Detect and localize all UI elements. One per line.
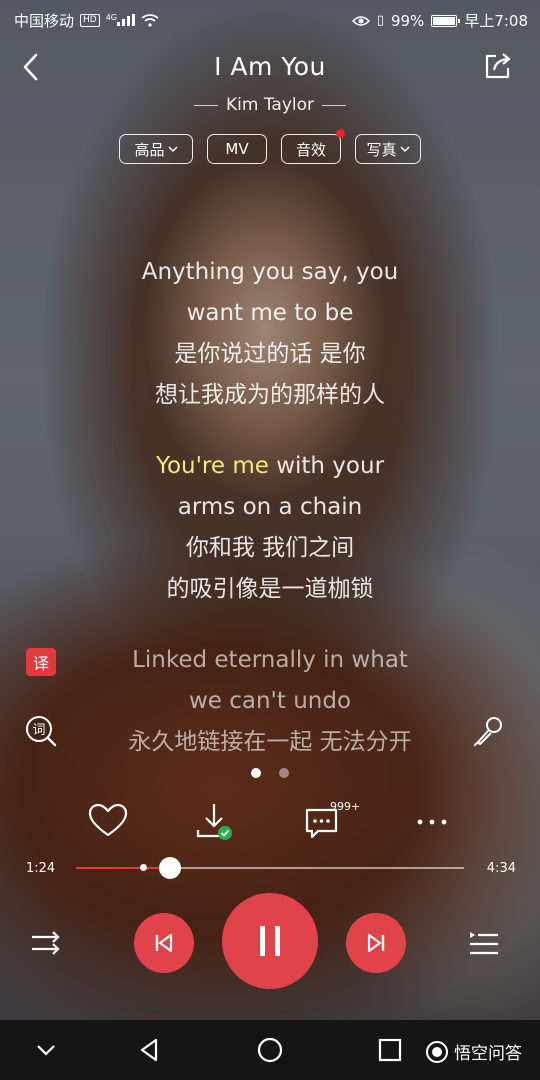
lyric-translation-current: 你和我 我们之间 <box>185 535 355 561</box>
options-row: 高品 MV 音效 写真 <box>0 129 540 164</box>
lyric-sung-part: You're me <box>155 453 269 479</box>
status-bar: 中国移动 HD 4G ▯ 99% 早上7:08 <box>0 0 540 38</box>
svg-text:词: 词 <box>32 723 45 738</box>
artist-row: Kim Taylor <box>0 95 540 115</box>
progress-buffer-dot <box>139 864 147 871</box>
eye-icon <box>351 15 370 26</box>
nav-home-icon[interactable] <box>256 1036 284 1064</box>
clock: 早上7:08 <box>464 12 528 30</box>
lyric-line: want me to be <box>186 300 354 326</box>
mv-button[interactable]: MV <box>207 134 267 164</box>
new-badge-dot <box>336 129 345 138</box>
nav-back-icon[interactable] <box>136 1036 164 1064</box>
download-icon[interactable] <box>192 800 236 844</box>
lyric-line: Anything you say, you <box>141 259 399 285</box>
photo-label: 写真 <box>366 140 397 159</box>
pause-button[interactable] <box>222 893 318 989</box>
action-row <box>0 800 540 844</box>
progress-bar[interactable]: 1:24 4:34 <box>0 856 540 880</box>
pause-icon <box>260 926 280 956</box>
vibrate-icon: ▯ <box>376 13 384 28</box>
lyric-translation: 是你说过的话 是你 <box>174 341 366 367</box>
lyric-translation: 永久地链接在一起 无法分开 <box>128 729 412 755</box>
sound-effect-button[interactable]: 音效 <box>281 129 345 164</box>
heart-icon[interactable] <box>86 800 130 844</box>
wifi-icon <box>141 14 159 27</box>
artist-divider-right <box>322 104 346 106</box>
previous-button[interactable] <box>134 913 194 973</box>
photo-button[interactable]: 写真 <box>355 134 421 164</box>
shuffle-icon[interactable] <box>28 925 64 961</box>
artist-divider-left <box>194 104 218 106</box>
share-icon[interactable] <box>482 50 514 82</box>
more-icon[interactable] <box>410 800 454 844</box>
sound-effect-label: 音效 <box>295 140 326 159</box>
lyric-line: we can't undo <box>188 688 352 714</box>
nav-recents-icon[interactable] <box>376 1036 404 1064</box>
lyrics-panel[interactable]: Anything you say, you want me to be 是你说过… <box>0 252 540 763</box>
microphone-icon[interactable] <box>470 714 506 750</box>
chevron-down-icon <box>399 145 410 152</box>
song-title: I Am You <box>214 52 326 81</box>
quality-button[interactable]: 高品 <box>119 134 193 164</box>
lyrics-search-button[interactable]: 词 <box>24 714 58 748</box>
comment-count: 999+ <box>330 800 361 813</box>
lyric-line-current: arms on a chain <box>177 494 363 520</box>
page-dot-active <box>251 768 261 778</box>
lyric-unsung-part: with your <box>268 453 385 479</box>
lyric-translation-current: 的吸引像是一道枷锁 <box>166 576 374 602</box>
network-indicator: 4G <box>106 12 136 30</box>
quality-label: 高品 <box>134 140 165 159</box>
playlist-icon[interactable] <box>466 925 502 961</box>
battery-icon <box>431 14 461 27</box>
page-indicator <box>0 768 540 778</box>
next-button[interactable] <box>346 913 406 973</box>
lyric-line-current: You're me with your <box>0 446 540 487</box>
artist-name[interactable]: Kim Taylor <box>226 95 314 115</box>
chevron-down-icon <box>167 145 178 152</box>
page-dot <box>279 768 289 778</box>
watermark: 悟空问答 <box>426 1039 522 1064</box>
next-icon <box>367 933 385 953</box>
previous-icon <box>155 933 173 953</box>
brand-text: 悟空问答 <box>454 1044 522 1064</box>
lyrics-search-icon: 词 <box>26 716 57 747</box>
progress-played <box>76 867 170 869</box>
collapse-icon[interactable] <box>32 1036 60 1064</box>
translate-toggle-button[interactable]: 译 <box>26 648 56 676</box>
brand-logo-icon <box>426 1040 448 1063</box>
carrier-label: 中国移动 <box>14 12 75 30</box>
current-time: 1:24 <box>26 861 56 876</box>
lyric-line: Linked eternally in what <box>132 647 408 673</box>
battery-percent: 99% <box>390 11 425 30</box>
mv-label: MV <box>225 140 249 158</box>
hd-badge: HD <box>80 14 100 27</box>
lyric-translation: 想让我成为的那样的人 <box>155 382 385 408</box>
progress-track[interactable] <box>76 857 464 879</box>
total-time: 4:34 <box>486 861 516 876</box>
progress-knob[interactable] <box>158 857 181 879</box>
